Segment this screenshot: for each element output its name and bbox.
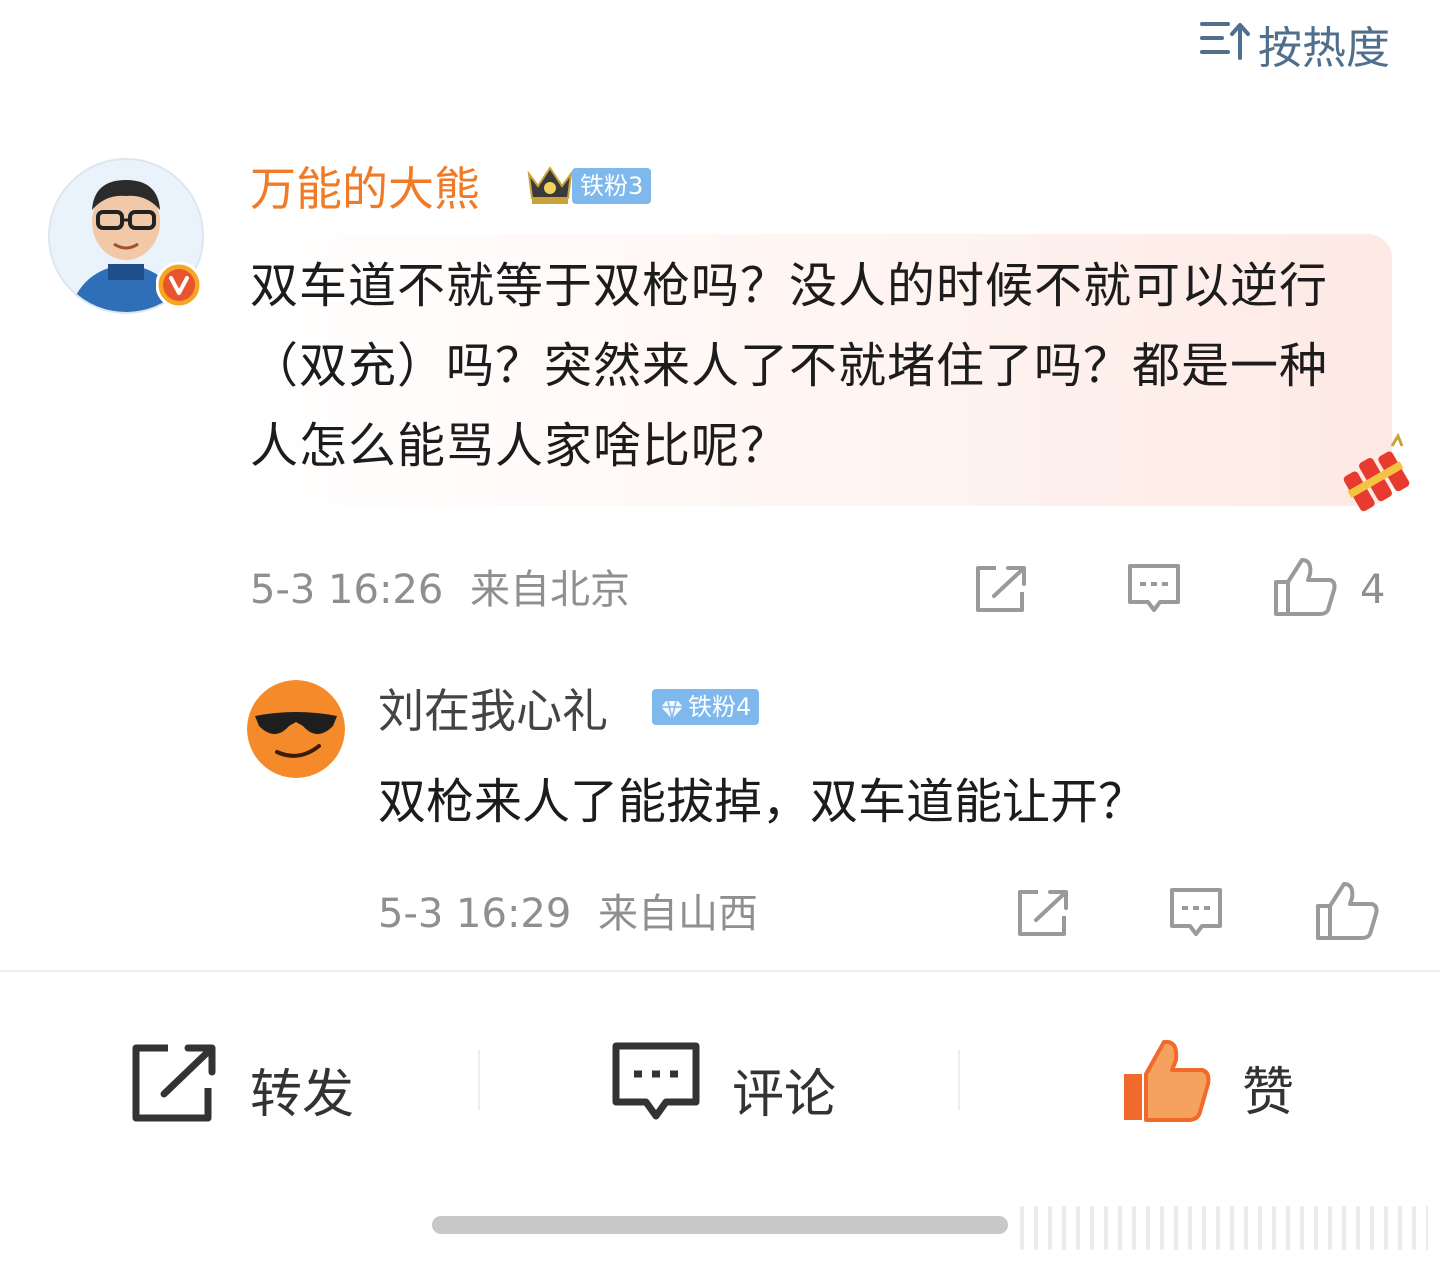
reply-text: 双枪来人了能拔掉，双车道能让开？ xyxy=(378,774,1147,830)
like-icon[interactable] xyxy=(1272,556,1338,618)
comment-username[interactable]: 万能的大熊 xyxy=(250,158,480,220)
scrollbar[interactable] xyxy=(432,1216,1008,1234)
divider xyxy=(0,970,1440,972)
comment-label: 评论 xyxy=(732,1064,837,1125)
like-count: 4 xyxy=(1360,567,1386,613)
reply-repost-icon[interactable] xyxy=(1014,886,1072,938)
comment-location: 来自北京 xyxy=(470,567,631,613)
crown-icon xyxy=(526,164,574,206)
diamond-icon xyxy=(660,695,684,720)
separator xyxy=(478,1050,480,1110)
repost-icon xyxy=(128,1040,220,1149)
sort-icon xyxy=(1198,18,1250,80)
comment-icon[interactable] xyxy=(1126,562,1182,616)
separator xyxy=(958,1050,960,1110)
reply-avatar[interactable] xyxy=(247,680,345,778)
like-label: 赞 xyxy=(1242,1062,1295,1123)
reply-time: 5-3 16:29 xyxy=(378,891,572,937)
reply-username[interactable]: 刘在我心礼 xyxy=(378,680,608,742)
reply-like-icon[interactable] xyxy=(1314,880,1380,942)
like-button[interactable]: 赞 xyxy=(1120,1038,1294,1147)
repost-label: 转发 xyxy=(250,1064,355,1125)
comment-icon xyxy=(610,1040,702,1149)
sort-button[interactable]: 按热度 xyxy=(1198,18,1390,80)
reply-meta: 5-3 16:29 来自山西 xyxy=(378,886,758,942)
comment-button[interactable]: 评论 xyxy=(610,1040,836,1149)
repost-icon[interactable] xyxy=(972,562,1030,614)
avatar[interactable] xyxy=(48,158,204,314)
sort-label: 按热度 xyxy=(1258,23,1390,74)
comment-time: 5-3 16:26 xyxy=(250,567,444,613)
repost-button[interactable]: 转发 xyxy=(128,1040,354,1149)
reply-fan-badge-label: 铁粉4 xyxy=(688,693,752,721)
firecracker-icon xyxy=(1332,432,1416,522)
like-icon xyxy=(1120,1038,1212,1147)
comment-meta: 5-3 16:26 来自北京 xyxy=(250,562,630,618)
scroll-indicator xyxy=(1020,1206,1428,1250)
reply-comment-icon[interactable] xyxy=(1168,886,1224,940)
v-badge-icon xyxy=(155,261,203,309)
comment-text: 双车道不就等于双枪吗？没人的时候不就可以逆行（双充）吗？突然来人了不就堵住了吗？… xyxy=(250,258,1329,474)
fan-badge: 铁粉3 xyxy=(572,168,652,204)
reply-location: 来自山西 xyxy=(598,891,759,937)
reply-fan-badge: 铁粉4 xyxy=(652,689,760,725)
